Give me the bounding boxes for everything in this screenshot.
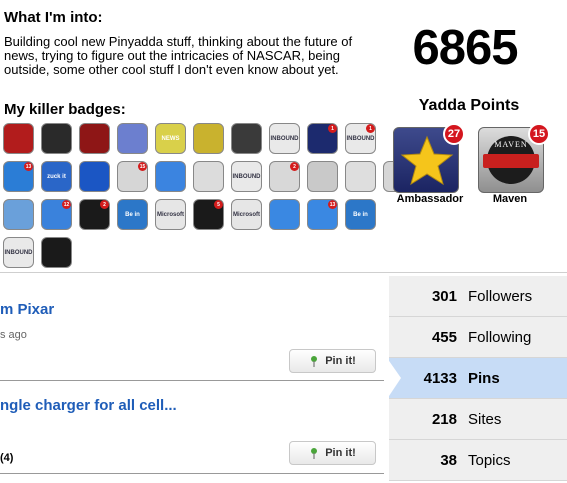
badge-count: 2 (290, 162, 299, 171)
badge-count: 12 (62, 200, 71, 209)
ambassador-count: 27 (443, 123, 465, 145)
badge-item[interactable] (231, 123, 262, 154)
stat-followers[interactable]: 301 Followers (389, 276, 567, 317)
pushpin-icon (311, 448, 318, 459)
badge-item[interactable] (79, 161, 110, 192)
badge-item[interactable]: INBOUND 1 (345, 123, 376, 154)
badge-item[interactable]: 5 (193, 199, 224, 230)
stat-label: Following (468, 328, 532, 346)
stat-pins[interactable]: 4133 Pins (387, 358, 567, 399)
maven-label: Maven (492, 193, 528, 205)
badge-item[interactable]: 2 (79, 199, 110, 230)
stat-value: 38 (440, 451, 457, 469)
badge-item[interactable]: 15 (117, 161, 148, 192)
badge-item[interactable] (269, 199, 300, 230)
pin-it-label: Pin it! (325, 447, 356, 459)
badge-count: 5 (214, 200, 223, 209)
badge-item[interactable]: INBOUND (269, 123, 300, 154)
yadda-points-label: Yadda Points (418, 97, 520, 114)
badge-text: INBOUND (346, 135, 375, 142)
ambassador-label: Ambassador (396, 193, 464, 205)
badge-count: 13 (328, 200, 337, 209)
badge-item[interactable] (117, 123, 148, 154)
feed-item-title[interactable]: m Pixar (0, 301, 54, 318)
stat-following[interactable]: 455 Following (389, 317, 567, 358)
badge-item[interactable]: Be in (117, 199, 148, 230)
badge-text: Microsoft (233, 211, 260, 218)
badge-text: INBOUND (4, 249, 33, 256)
badge-count: 2 (100, 200, 109, 209)
badge-item[interactable]: Microsoft (231, 199, 262, 230)
badge-text: Be in (353, 211, 368, 218)
badge-text: INBOUND (232, 173, 261, 180)
comment-count: (4) (0, 452, 14, 464)
maven-emblem-text: MAVEN (494, 140, 528, 149)
badge-item[interactable]: INBOUND (231, 161, 262, 192)
badge-item[interactable]: Be in (345, 199, 376, 230)
badge-item[interactable] (79, 123, 110, 154)
badge-item[interactable] (155, 161, 186, 192)
stat-value: 301 (431, 287, 457, 305)
badge-count: 1 (366, 124, 375, 133)
badge-item[interactable] (193, 123, 224, 154)
stat-label: Topics (468, 451, 511, 469)
active-arrow-icon (387, 358, 401, 399)
badge-item[interactable]: 1 (307, 123, 338, 154)
feed-separator (0, 380, 384, 381)
badge-item[interactable]: zuck it (41, 161, 72, 192)
badge-item[interactable]: 2 (269, 161, 300, 192)
ambassador-badge[interactable]: 27 (393, 123, 465, 193)
badge-item[interactable] (41, 123, 72, 154)
feed-item-meta: s ago (0, 329, 27, 341)
badge-count: 1 (328, 124, 337, 133)
badges-heading: My killer badges: (4, 101, 126, 118)
badge-item[interactable]: 13 (307, 199, 338, 230)
stat-label: Followers (468, 287, 533, 305)
badge-count: 15 (138, 162, 147, 171)
stat-topics[interactable]: 38 Topics (389, 440, 567, 481)
pin-it-button[interactable]: Pin it! (289, 349, 376, 373)
badge-item[interactable] (3, 123, 34, 154)
stat-label: Pins (468, 369, 500, 387)
feed-item-title[interactable]: ngle charger for all cell... (0, 397, 177, 414)
stat-sites[interactable]: 218 Sites (389, 399, 567, 440)
badge-item[interactable]: INBOUND (3, 237, 34, 268)
maven-badge[interactable]: MAVEN 15 (478, 123, 550, 193)
badge-text: Microsoft (157, 211, 184, 218)
badge-text: zuck it (47, 173, 66, 180)
badge-text: NEWS (161, 135, 180, 142)
maven-count: 15 (528, 123, 550, 145)
badge-count: 13 (24, 162, 33, 171)
yadda-points-value: 6865 (412, 21, 518, 75)
badge-item[interactable]: NEWS (155, 123, 186, 154)
stat-value: 218 (431, 410, 457, 428)
about-text: Building cool new Pinyadda stuff, thinki… (4, 34, 353, 77)
badge-item[interactable] (345, 161, 376, 192)
badge-item[interactable] (41, 237, 72, 268)
pin-it-label: Pin it! (325, 355, 356, 367)
section-divider (0, 272, 567, 273)
badge-item[interactable]: 13 (3, 161, 34, 192)
pushpin-icon (311, 356, 318, 367)
feed-separator (0, 473, 384, 474)
pin-it-button[interactable]: Pin it! (289, 441, 376, 465)
badge-text: Be in (125, 211, 140, 218)
badge-item[interactable]: Microsoft (155, 199, 186, 230)
badge-item[interactable] (3, 199, 34, 230)
into-heading: What I'm into: (4, 9, 103, 26)
stat-value: 455 (431, 328, 457, 346)
stat-label: Sites (468, 410, 502, 428)
badge-text: INBOUND (270, 135, 299, 142)
badge-item[interactable] (193, 161, 224, 192)
badge-item[interactable]: 12 (41, 199, 72, 230)
badge-item[interactable] (307, 161, 338, 192)
